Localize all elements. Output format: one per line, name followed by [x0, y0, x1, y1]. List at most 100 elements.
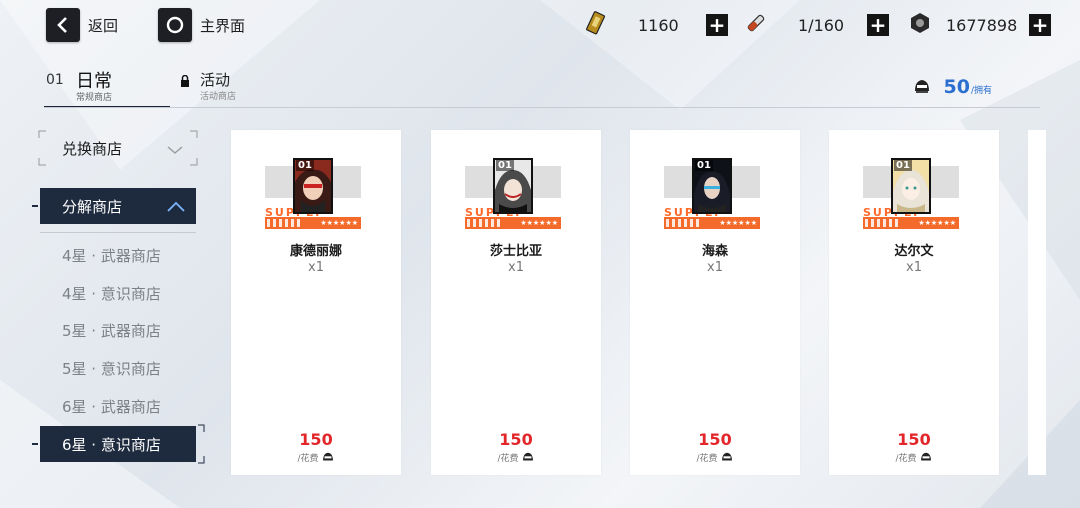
- sidebar-item-label: 5星 · 武器商店: [62, 321, 161, 340]
- stripes-icon: [267, 219, 303, 227]
- decompose-shop-button[interactable]: 分解商店: [40, 188, 196, 224]
- character-name: 海森: [701, 244, 728, 259]
- tab-daily-subtitle: 常规商店: [76, 93, 113, 103]
- tab-daily[interactable]: 01 日常 常规商店: [44, 66, 170, 108]
- sidebar-item-6star-weapon[interactable]: 6星 · 武器商店: [40, 388, 196, 424]
- owned-currency: 50 /拥有: [912, 76, 992, 100]
- portrait-number: 01: [496, 160, 514, 171]
- home-circle-icon: [158, 8, 192, 42]
- character-name: 莎士比亚: [489, 244, 542, 259]
- back-arrow-icon: [46, 8, 80, 42]
- portrait-number: 01: [894, 160, 912, 171]
- stripes-icon: [865, 219, 901, 227]
- chevron-up-icon: [166, 199, 186, 218]
- sidebar-item-label: 6星 · 武器商店: [62, 397, 161, 416]
- character-portrait: 01: [692, 158, 732, 214]
- tab-event-subtitle: 活动商店: [200, 92, 237, 102]
- decompose-shop-label: 分解商店: [62, 197, 123, 216]
- character-name: 达尔文: [894, 244, 934, 259]
- currency-icon: [920, 452, 931, 461]
- cost-label: /花费: [497, 453, 519, 464]
- cost-row: /花费: [231, 450, 401, 464]
- character-portrait: 01: [493, 158, 533, 214]
- cost-label: /花费: [297, 453, 319, 464]
- supply-bar: ★★★★★★: [664, 217, 760, 229]
- decompose-marker: [32, 205, 38, 207]
- sidebar-item-5star-weapon[interactable]: 5星 · 武器商店: [40, 312, 196, 348]
- character-quantity: x1: [906, 260, 922, 275]
- price-value: 150: [499, 430, 533, 449]
- shop-card[interactable]: SUPPLY ★★★★★★ 01 海森 x1 150 /花费: [630, 130, 800, 475]
- tab-divider: [44, 107, 1040, 108]
- shop-card[interactable]: SUPPLY ★★★★★★ 01 康德丽娜 x1 150 /花费: [231, 130, 401, 475]
- home-label: 主界面: [200, 16, 246, 35]
- chevron-down-icon: [166, 141, 184, 160]
- cost-label: /花费: [696, 453, 718, 464]
- tab-event[interactable]: 活动 活动商店: [180, 68, 260, 104]
- home-button[interactable]: 主界面: [158, 8, 245, 42]
- character-quantity: x1: [508, 260, 524, 275]
- shop-card[interactable]: SUPPLY ★★★★★★ 01 达尔文 x1 150 /花费: [829, 130, 999, 475]
- exchange-shop-button[interactable]: 兑换商店: [38, 130, 198, 166]
- resource-coin: 1677898: [908, 12, 1017, 38]
- sidebar-item-label: 6星 · 意识商店: [62, 435, 161, 454]
- currency-icon: [522, 452, 533, 461]
- vial-value: 1/160: [798, 15, 845, 35]
- sidebar-item-label: 5星 · 意识商店: [62, 359, 161, 378]
- owned-label: /拥有: [970, 86, 992, 96]
- resource-vial: 1/160: [744, 12, 844, 38]
- supply-bar: ★★★★★★: [465, 217, 561, 229]
- stripes-icon: [666, 219, 702, 227]
- supply-bar: ★★★★★★: [863, 217, 959, 229]
- active-marker: [32, 443, 38, 445]
- price-value: 150: [299, 430, 333, 449]
- sidebar-item-6star-memory[interactable]: 6星 · 意识商店: [40, 424, 205, 464]
- currency-icon: [322, 452, 333, 461]
- currency-icon: [721, 452, 732, 461]
- back-label: 返回: [88, 16, 119, 35]
- sidebar-item-label: 4星 · 意识商店: [62, 284, 161, 303]
- tab-event-title: 活动: [200, 71, 231, 89]
- supply-bar: ★★★★★★: [265, 217, 361, 229]
- price-value: 150: [897, 430, 931, 449]
- owned-value: 50: [943, 76, 970, 98]
- tab-daily-number: 01: [46, 72, 64, 88]
- character-quantity: x1: [308, 260, 324, 275]
- cost-row: /花费: [431, 450, 601, 464]
- stars-icon: ★★★★★★: [520, 219, 558, 227]
- stamina-value: 1160: [638, 15, 679, 35]
- cost-row: /花费: [829, 450, 999, 464]
- character-quantity: x1: [707, 260, 723, 275]
- active-bracket-icon: [198, 424, 205, 464]
- sidebar-item-label: 4星 · 武器商店: [62, 246, 161, 265]
- sidebar-item-4star-memory[interactable]: 4星 · 意识商店: [40, 275, 196, 311]
- shop-card-partial[interactable]: [1028, 130, 1046, 475]
- resource-stamina: 1160: [584, 11, 679, 39]
- portrait-number: 01: [695, 160, 713, 171]
- stripes-icon: [467, 219, 503, 227]
- cost-row: /花费: [630, 450, 800, 464]
- stars-icon: ★★★★★★: [320, 219, 358, 227]
- currency-icon: [912, 76, 932, 100]
- stars-icon: ★★★★★★: [719, 219, 757, 227]
- stamina-add-button[interactable]: +: [706, 14, 728, 36]
- exchange-shop-label: 兑换商店: [62, 140, 123, 158]
- stars-icon: ★★★★★★: [918, 219, 956, 227]
- coin-value: 1677898: [946, 15, 1018, 35]
- character-portrait: 01: [293, 158, 333, 214]
- character-portrait: 01: [891, 158, 931, 214]
- sidebar-divider: [40, 232, 196, 233]
- character-name: 康德丽娜: [289, 244, 342, 259]
- coin-add-button[interactable]: +: [1029, 14, 1051, 36]
- shop-card[interactable]: SUPPLY ★★★★★★ 01 莎士比亚 x1 150 /花费: [431, 130, 601, 475]
- cost-label: /花费: [895, 453, 917, 464]
- vial-add-button[interactable]: +: [867, 14, 889, 36]
- sidebar-item-5star-memory[interactable]: 5星 · 意识商店: [40, 350, 196, 386]
- coin-icon: [908, 11, 932, 39]
- price-value: 150: [698, 430, 732, 449]
- lock-icon: [180, 72, 190, 91]
- stamina-card-icon: [584, 11, 608, 39]
- back-button[interactable]: 返回: [46, 8, 118, 42]
- blood-vial-icon: [744, 11, 768, 39]
- sidebar-item-4star-weapon[interactable]: 4星 · 武器商店: [40, 237, 196, 273]
